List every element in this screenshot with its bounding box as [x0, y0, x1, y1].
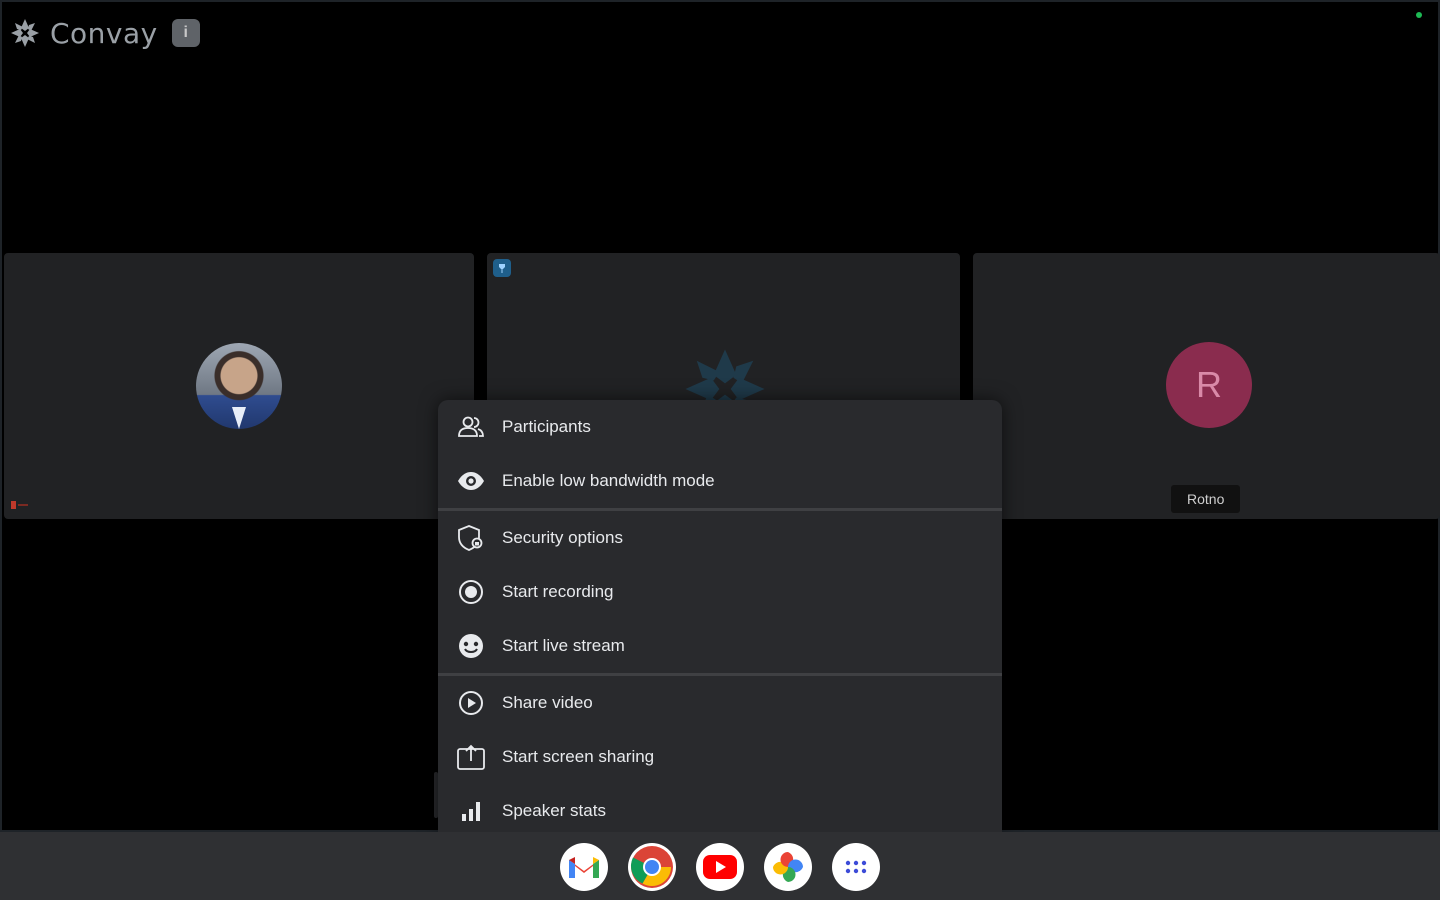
menu-item-label: Security options: [502, 528, 623, 547]
youtube-icon[interactable]: [696, 843, 744, 891]
avatar: R: [1166, 342, 1252, 428]
menu-item-participants[interactable]: Participants: [438, 400, 1002, 454]
eye-icon: [456, 466, 486, 496]
chrome-icon[interactable]: [628, 843, 676, 891]
screen-share-icon: [456, 742, 486, 772]
menu-group: Share video Start screen sharing Speaker…: [438, 676, 1002, 838]
menu-item-label: Participants: [502, 417, 591, 436]
play-circle-icon: [456, 688, 486, 718]
bar-chart-icon: [456, 796, 486, 826]
app-name: Convay: [50, 16, 158, 50]
participant-tile-self[interactable]: [4, 253, 474, 519]
photos-icon[interactable]: [764, 843, 812, 891]
participant-tile-guest[interactable]: R Rotno: [973, 253, 1440, 519]
menu-item-start-screen-sharing[interactable]: Start screen sharing: [438, 730, 1002, 784]
menu-item-label: Start screen sharing: [502, 747, 655, 766]
avatar: [196, 343, 282, 429]
menu-item-security-options[interactable]: Security options: [438, 511, 1002, 565]
shield-icon: [456, 523, 486, 553]
gmail-icon[interactable]: [560, 843, 608, 891]
menu-item-label: Speaker stats: [502, 801, 606, 820]
participants-icon: [456, 412, 486, 442]
menu-item-speaker-stats[interactable]: Speaker stats: [438, 784, 1002, 838]
app-dock: [560, 843, 880, 891]
menu-item-label: Start live stream: [502, 636, 625, 655]
menu-item-share-video[interactable]: Share video: [438, 676, 1002, 730]
menu-item-label: Enable low bandwidth mode: [502, 471, 715, 490]
record-icon: [456, 577, 486, 607]
live-stream-icon: [456, 631, 486, 661]
pin-icon[interactable]: [493, 259, 511, 277]
participant-name: Rotno: [1171, 485, 1241, 513]
menu-item-low-bandwidth[interactable]: Enable low bandwidth mode: [438, 454, 1002, 508]
menu-item-label: Start recording: [502, 582, 614, 601]
menu-group: Participants Enable low bandwidth mode: [438, 400, 1002, 511]
info-badge[interactable]: i: [171, 19, 200, 47]
connection-indicator: [1416, 12, 1422, 18]
menu-group: Security options Start recording Start l…: [438, 511, 1002, 676]
menu-item-label: Share video: [502, 693, 593, 712]
mic-muted-icon: [10, 500, 32, 513]
more-actions-menu: Participants Enable low bandwidth mode S…: [438, 400, 1002, 832]
menu-item-start-live-stream[interactable]: Start live stream: [438, 619, 1002, 673]
brand: Convay i: [8, 16, 200, 50]
convay-logo-icon: [8, 16, 42, 50]
app-launcher-icon[interactable]: [832, 843, 880, 891]
menu-item-start-recording[interactable]: Start recording: [438, 565, 1002, 619]
